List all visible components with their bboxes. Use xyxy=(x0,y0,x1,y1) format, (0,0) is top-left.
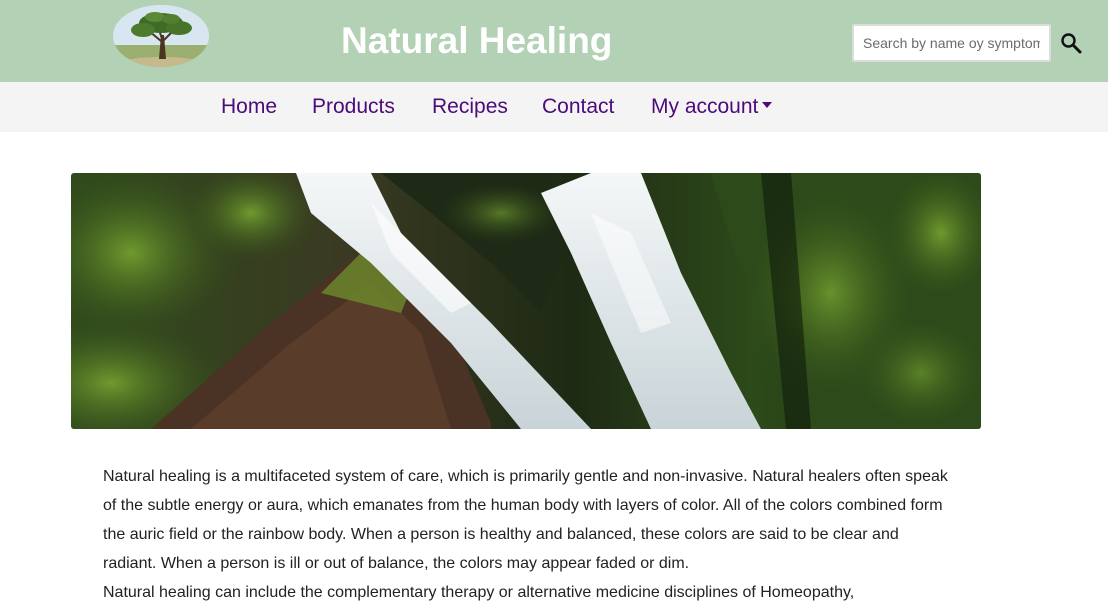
nav-item-products[interactable]: Products xyxy=(312,94,395,120)
tree-logo-icon[interactable] xyxy=(113,5,209,67)
search-icon[interactable] xyxy=(1060,32,1082,54)
main-navbar: Home Products Recipes Contact My account xyxy=(0,82,1108,132)
nav-item-recipes[interactable]: Recipes xyxy=(432,94,508,120)
waterfall-image xyxy=(71,173,981,429)
caret-down-icon xyxy=(762,102,773,109)
nav-item-home[interactable]: Home xyxy=(221,94,277,120)
nav-item-contact[interactable]: Contact xyxy=(542,94,614,120)
paragraph-line: of the subtle energy or aura, which eman… xyxy=(103,497,943,514)
site-header: Natural Healing xyxy=(0,0,1108,82)
paragraph-line: Natural healing is a multifaceted system… xyxy=(103,468,948,485)
nav-item-my-account-label: My account xyxy=(651,95,759,118)
search-input[interactable] xyxy=(852,24,1051,62)
paragraph-line: Natural healing can include the compleme… xyxy=(103,584,855,601)
intro-text: Natural healing is a multifaceted system… xyxy=(103,462,963,607)
paragraph-line: radiant. When a person is ill or out of … xyxy=(103,555,690,572)
paragraph-line: the auric field or the rainbow body. Whe… xyxy=(103,526,899,543)
site-title: Natural Healing xyxy=(341,20,613,61)
nav-item-my-account[interactable]: My account xyxy=(651,94,773,120)
